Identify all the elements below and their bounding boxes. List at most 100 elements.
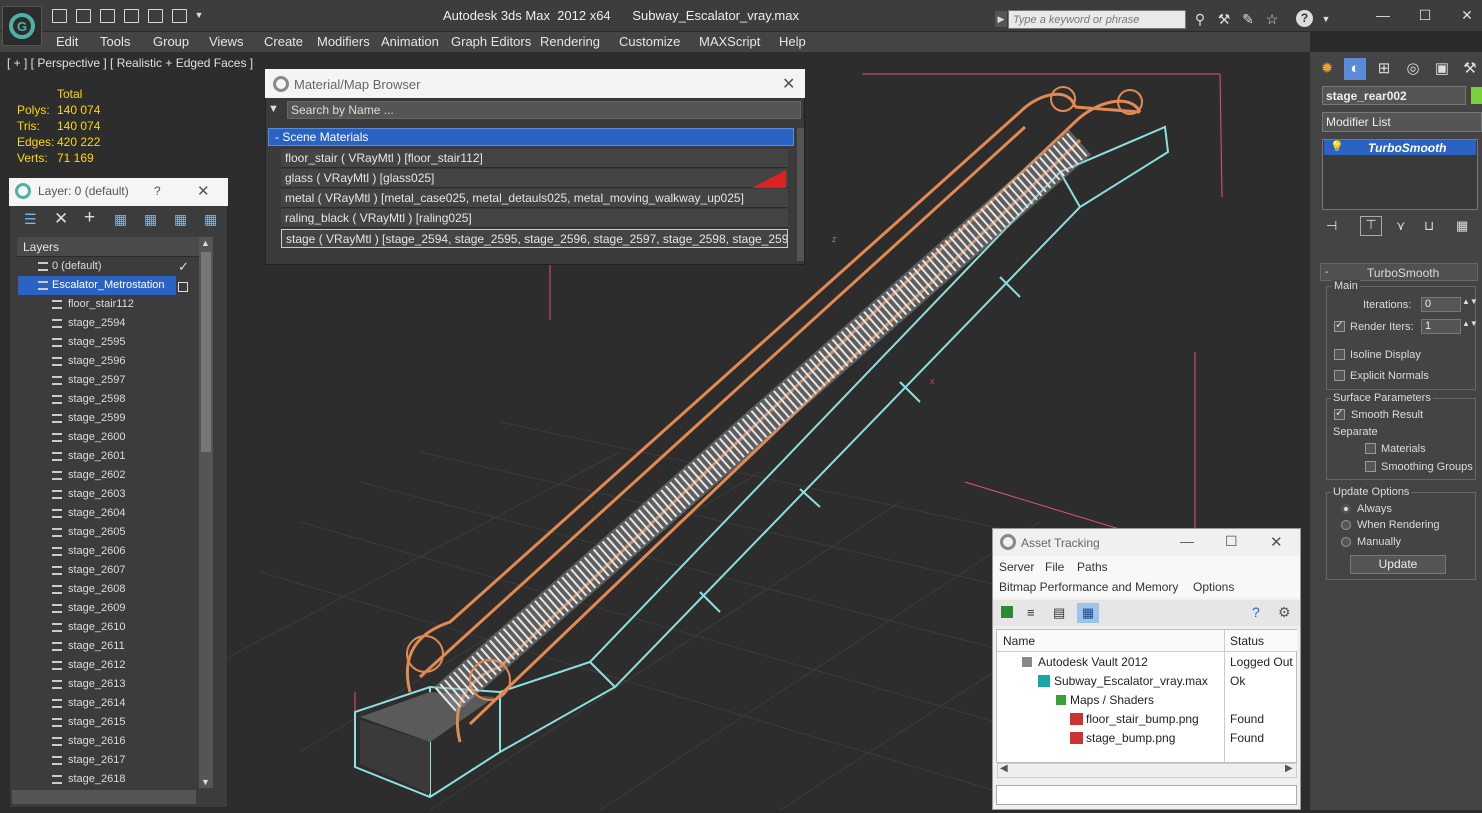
maximize-icon[interactable]: ☐ — [1410, 6, 1440, 24]
menu-help[interactable]: Help — [779, 34, 806, 49]
asset-settings-icon[interactable]: ⚙ — [1278, 604, 1291, 621]
menu-graph-editors[interactable]: Graph Editors — [451, 34, 531, 49]
layer-help-button[interactable]: ? — [154, 184, 161, 198]
layer-hscrollbar[interactable] — [12, 790, 196, 804]
app-logo-button[interactable]: G — [2, 6, 42, 46]
menu-animation[interactable]: Animation — [381, 34, 439, 49]
menu-rendering[interactable]: Rendering — [540, 34, 600, 49]
asset-scroll-left-icon[interactable]: ◀ — [1000, 763, 1008, 774]
utilities-tab-icon[interactable]: ⚒ — [1459, 58, 1481, 80]
isoline-display-checkbox[interactable] — [1334, 349, 1345, 360]
asset-row-maps[interactable]: Maps / Shaders — [1070, 691, 1154, 710]
delete-layer-icon[interactable]: ✕ — [54, 209, 68, 229]
layer-box-icon[interactable] — [178, 282, 188, 292]
make-unique-icon[interactable]: ⋎ — [1396, 218, 1406, 234]
asset-menu-options[interactable]: Options — [1193, 580, 1234, 594]
modifier-list-dropdown[interactable]: Modifier List — [1322, 112, 1482, 132]
iterations-spinner[interactable]: 0 — [1421, 297, 1461, 312]
material-search-input[interactable]: Search by Name ... — [287, 101, 801, 119]
close-icon[interactable]: ✕ — [1452, 6, 1482, 24]
viewport-label[interactable]: [ + ] [ Perspective ] [ Realistic + Edge… — [7, 56, 253, 70]
layer-object-row[interactable]: stage_2595 — [18, 333, 198, 352]
layer-object-row[interactable]: stage_2607 — [18, 561, 198, 580]
remove-modifier-icon[interactable]: ⊔ — [1424, 218, 1434, 234]
material-row-metal[interactable]: metal ( VRayMtl ) [metal_case025, metal_… — [281, 189, 788, 208]
menu-maxscript[interactable]: MAXScript — [699, 34, 760, 49]
quick-access-dropdown-icon[interactable]: ▼ — [193, 10, 205, 23]
layer-list-icon[interactable]: ☰ — [24, 211, 37, 228]
asset-row-vault[interactable]: Autodesk Vault 2012 — [1038, 653, 1148, 672]
layer-object-row[interactable]: stage_2613 — [18, 675, 198, 694]
layer-object-row[interactable]: stage_2604 — [18, 504, 198, 523]
menu-customize[interactable]: Customize — [619, 34, 680, 49]
display-tab-icon[interactable]: ▣ — [1431, 58, 1453, 80]
scroll-down-icon[interactable]: ▼ — [201, 777, 210, 787]
menu-modifiers[interactable]: Modifiers — [317, 34, 370, 49]
spinner-arrows-icon[interactable]: ▲▼ — [1462, 319, 1478, 328]
asset-col-name[interactable]: Name — [1003, 632, 1035, 651]
layer-object-row[interactable]: stage_2611 — [18, 637, 198, 656]
menu-edit[interactable]: Edit — [56, 34, 78, 49]
layer-object-row[interactable]: stage_2617 — [18, 751, 198, 770]
asset-close-icon[interactable]: ✕ — [1270, 533, 1283, 551]
spinner-arrows-icon[interactable]: ▲▼ — [1462, 297, 1478, 306]
hold-icon[interactable] — [148, 9, 163, 23]
asset-row-stage-bump[interactable]: stage_bump.png — [1086, 729, 1175, 748]
layer-object-row[interactable]: stage_2616 — [18, 732, 198, 751]
asset-path-field[interactable] — [996, 785, 1297, 805]
layer-object-row[interactable]: stage_2597 — [18, 371, 198, 390]
create-layer-icon[interactable]: + — [84, 207, 95, 229]
render-iters-spinner[interactable]: 1 — [1421, 319, 1461, 334]
asset-row-floor-stair-bump[interactable]: floor_stair_bump.png — [1086, 710, 1199, 729]
menu-create[interactable]: Create — [264, 34, 303, 49]
layer-object-row[interactable]: stage_2612 — [18, 656, 198, 675]
menu-views[interactable]: Views — [209, 34, 243, 49]
search-expand-icon[interactable]: ▶ — [995, 11, 1007, 27]
always-radio[interactable] — [1341, 504, 1351, 514]
menu-tools[interactable]: Tools — [100, 34, 130, 49]
binoculars-icon[interactable]: ⚲ — [1190, 10, 1210, 28]
layer-object-row[interactable]: stage_2596 — [18, 352, 198, 371]
layer-escalator-metrostation[interactable]: Escalator_Metrostation — [18, 276, 176, 295]
layer-object-row[interactable]: stage_2599 — [18, 409, 198, 428]
add-to-layer-icon[interactable]: ▦ — [114, 211, 127, 228]
asset-minimize-icon[interactable]: — — [1180, 533, 1194, 549]
favorites-star-icon[interactable]: ☆ — [1262, 10, 1282, 28]
asset-maximize-icon[interactable]: ☐ — [1225, 533, 1238, 550]
scene-materials-group[interactable]: - Scene Materials — [268, 128, 794, 146]
layer-object-row[interactable]: stage_2608 — [18, 580, 198, 599]
hide-layers-icon[interactable]: ▦ — [204, 211, 217, 228]
asset-menu-bitmap-performance[interactable]: Bitmap Performance and Memory — [999, 580, 1178, 594]
set-current-layer-icon[interactable]: ▦ — [174, 211, 187, 228]
undo-icon[interactable] — [100, 9, 115, 23]
communication-icon[interactable]: ✎ — [1238, 10, 1258, 28]
material-row-glass[interactable]: glass ( VRayMtl ) [glass025] — [281, 169, 788, 188]
layer-object-row[interactable]: stage_2606 — [18, 542, 198, 561]
layer-object-row[interactable]: stage_2618 — [18, 770, 198, 789]
material-row-stage[interactable]: stage ( VRayMtl ) [stage_2594, stage_259… — [281, 229, 788, 248]
open-folder-icon[interactable] — [52, 9, 67, 23]
layer-scrollbar-thumb[interactable] — [201, 252, 211, 452]
show-end-result-icon[interactable]: ⊤ — [1360, 216, 1382, 236]
object-name-field[interactable]: stage_rear002 — [1322, 86, 1466, 105]
layer-object-row[interactable]: stage_2615 — [18, 713, 198, 732]
asset-scroll-right-icon[interactable]: ▶ — [1285, 763, 1293, 774]
pin-stack-icon[interactable]: ⊣ — [1326, 218, 1337, 234]
motion-tab-icon[interactable]: ◎ — [1402, 58, 1424, 80]
asset-refresh-icon[interactable] — [1001, 606, 1013, 618]
select-in-layer-icon[interactable]: ▦ — [144, 211, 157, 228]
asset-menu-paths[interactable]: Paths — [1077, 560, 1108, 574]
layer-object-row[interactable]: stage_2610 — [18, 618, 198, 637]
menu-group[interactable]: Group — [153, 34, 189, 49]
asset-details-icon[interactable]: ▤ — [1053, 605, 1065, 621]
material-browser-close-icon[interactable]: ✕ — [782, 74, 795, 94]
layer-object-row[interactable]: floor_stair112 — [18, 295, 198, 314]
hierarchy-tab-icon[interactable]: ⊞ — [1373, 58, 1395, 80]
layer-object-row[interactable]: stage_2609 — [18, 599, 198, 618]
when-rendering-radio[interactable] — [1341, 520, 1351, 530]
save-icon[interactable] — [76, 9, 91, 23]
layer-object-row[interactable]: stage_2603 — [18, 485, 198, 504]
manually-radio[interactable] — [1341, 537, 1351, 547]
explicit-normals-checkbox[interactable] — [1334, 370, 1345, 381]
asset-help-icon[interactable]: ? — [1252, 604, 1260, 620]
